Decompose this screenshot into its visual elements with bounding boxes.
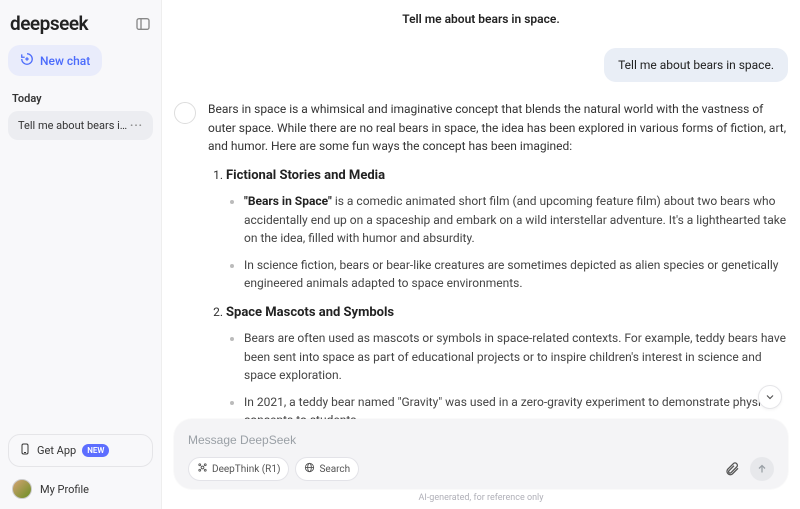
composer: DeepThink (R1) Search	[174, 419, 788, 489]
new-chat-icon	[20, 52, 34, 69]
page-title: Tell me about bears in space.	[162, 0, 800, 36]
get-app-label: Get App	[37, 444, 76, 457]
composer-footnote: AI-generated, for reference only	[174, 493, 788, 503]
profile-button[interactable]: My Profile	[8, 475, 153, 501]
composer-actions	[724, 457, 774, 481]
sidebar-header: deepseek	[8, 8, 153, 45]
new-chat-label: New chat	[40, 54, 90, 68]
deepthink-icon	[197, 462, 208, 476]
sidebar: deepseek New chat Today Tell me about be…	[0, 0, 162, 509]
deepthink-chip[interactable]: DeepThink (R1)	[188, 457, 289, 481]
phone-icon	[19, 442, 31, 459]
assistant-avatar-icon	[174, 102, 196, 124]
assistant-body: Bears in space is a whimsical and imagin…	[208, 100, 792, 440]
profile-label: My Profile	[40, 483, 89, 496]
composer-area: DeepThink (R1) Search	[174, 419, 788, 503]
search-label: Search	[319, 464, 350, 475]
main: Tell me about bears in space. Tell me ab…	[162, 0, 800, 509]
send-button[interactable]	[750, 457, 774, 481]
collapse-sidebar-icon[interactable]	[133, 14, 153, 34]
assistant-intro: Bears in space is a whimsical and imagin…	[208, 100, 792, 156]
list-item: Bears are often used as mascots or symbo…	[244, 329, 792, 385]
message-input[interactable]	[188, 431, 774, 457]
new-badge: NEW	[82, 444, 109, 457]
scroll-to-bottom-button[interactable]	[758, 385, 782, 409]
deepthink-label: DeepThink (R1)	[212, 464, 280, 475]
user-message-row: Tell me about bears in space.	[174, 48, 788, 82]
section-title: Space Mascots and Symbols	[226, 305, 394, 320]
assistant-section: Space Mascots and Symbols Bears are ofte…	[226, 303, 792, 430]
list-item: "Bears in Space" is a comedic animated s…	[244, 192, 792, 248]
sidebar-chat-item[interactable]: Tell me about bears in space ···	[8, 111, 153, 140]
section-title: Fictional Stories and Media	[226, 168, 385, 183]
avatar	[12, 479, 32, 499]
chat-date-header: Today	[8, 90, 153, 111]
new-chat-button[interactable]: New chat	[8, 45, 102, 76]
brand-logo: deepseek	[10, 12, 88, 35]
search-chip[interactable]: Search	[295, 457, 359, 481]
composer-bottom: DeepThink (R1) Search	[188, 457, 774, 481]
user-message-bubble: Tell me about bears in space.	[604, 48, 788, 82]
chat-item-menu-icon[interactable]: ···	[128, 119, 145, 132]
chat-item-title: Tell me about bears in space	[18, 119, 128, 132]
globe-icon	[304, 462, 315, 476]
assistant-section: Fictional Stories and Media "Bears in Sp…	[226, 166, 792, 293]
list-item: In science fiction, bears or bear-like c…	[244, 256, 792, 293]
assistant-message-row: Bears in space is a whimsical and imagin…	[174, 100, 792, 440]
composer-chips: DeepThink (R1) Search	[188, 457, 359, 481]
get-app-button[interactable]: Get App NEW	[8, 434, 153, 467]
attach-button[interactable]	[724, 461, 740, 477]
